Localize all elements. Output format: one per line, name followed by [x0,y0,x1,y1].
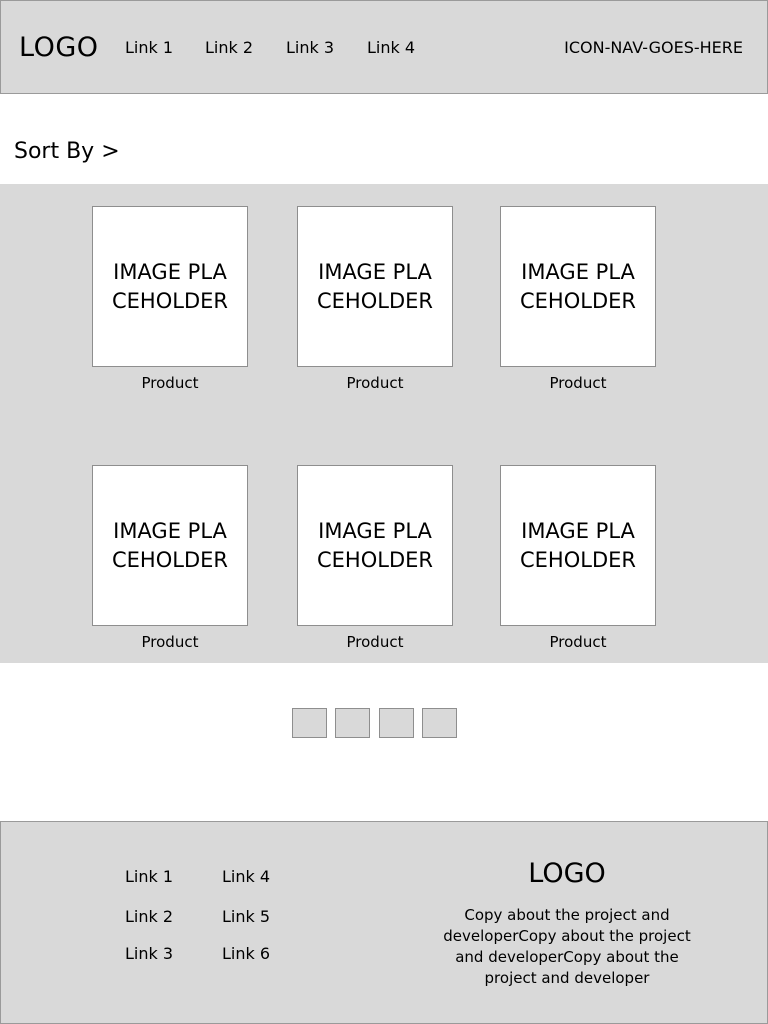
nav-link-1[interactable]: Link 1 [125,38,173,58]
pagination-button-4[interactable] [422,708,457,738]
header-logo[interactable]: LOGO [19,31,99,65]
product-image-placeholder: IMAGE PLACEHOLDER [500,465,656,626]
product-image-placeholder: IMAGE PLACEHOLDER [92,465,248,626]
product-image-placeholder: IMAGE PLACEHOLDER [500,206,656,367]
nav-link-2[interactable]: Link 2 [205,38,253,58]
footer-copy-text: Copy about the project and developerCopy… [443,906,691,987]
sort-by-control[interactable]: Sort By > [14,138,120,166]
product-label: Product [346,374,404,392]
footer-link-1[interactable]: Link 1 [125,867,173,887]
product-image-placeholder: IMAGE PLACEHOLDER [297,465,453,626]
header: LOGO Link 1 Link 2 Link 3 Link 4 ICON-NA… [0,0,768,94]
footer-link-2[interactable]: Link 2 [125,907,173,927]
product-image-placeholder: IMAGE PLACEHOLDER [297,206,453,367]
product-card[interactable]: IMAGE PLACEHOLDER Product [92,465,248,652]
nav-link-3[interactable]: Link 3 [286,38,334,58]
product-label: Product [141,374,199,392]
footer-logo[interactable]: LOGO [447,858,687,890]
product-label: Product [346,633,404,651]
product-grid: IMAGE PLACEHOLDER Product IMAGE PLACEHOL… [0,184,768,663]
product-label: Product [141,633,199,651]
nav-link-4[interactable]: Link 4 [367,38,415,58]
pagination-button-3[interactable] [379,708,414,738]
icon-nav-placeholder[interactable]: ICON-NAV-GOES-HERE [564,38,743,58]
product-label: Product [549,374,607,392]
product-card[interactable]: IMAGE PLACEHOLDER Product [297,465,453,652]
product-image-placeholder: IMAGE PLACEHOLDER [92,206,248,367]
product-card[interactable]: IMAGE PLACEHOLDER Product [500,465,656,652]
pagination-button-1[interactable] [292,708,327,738]
footer-link-5[interactable]: Link 5 [222,907,270,927]
product-card[interactable]: IMAGE PLACEHOLDER Product [297,206,453,393]
pagination-button-2[interactable] [335,708,370,738]
footer-link-3[interactable]: Link 3 [125,944,173,964]
footer-link-4[interactable]: Link 4 [222,867,270,887]
footer: Link 1 Link 2 Link 3 Link 4 Link 5 Link … [0,821,768,1024]
footer-link-6[interactable]: Link 6 [222,944,270,964]
product-card[interactable]: IMAGE PLACEHOLDER Product [92,206,248,393]
product-label: Product [549,633,607,651]
product-card[interactable]: IMAGE PLACEHOLDER Product [500,206,656,393]
